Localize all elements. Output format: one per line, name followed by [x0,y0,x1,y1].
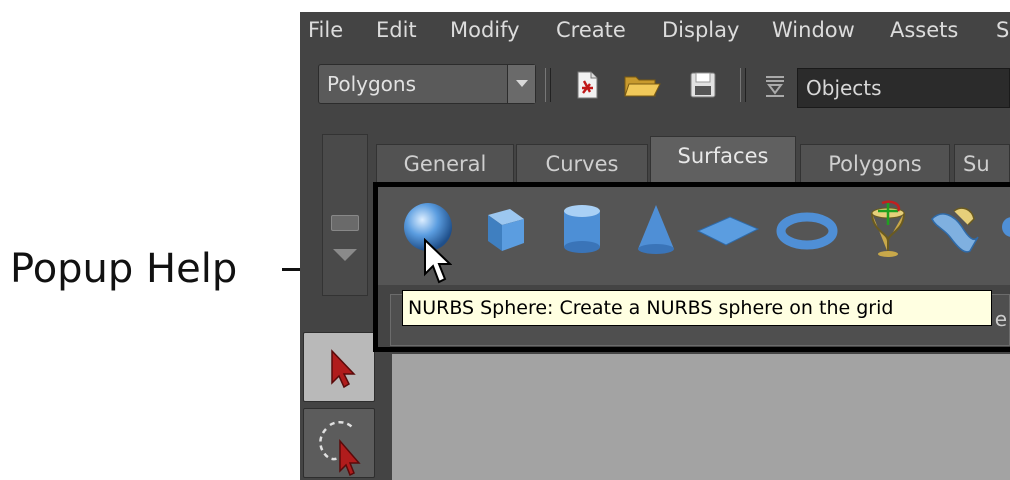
menu-edit[interactable]: Edit [376,18,417,42]
toolbox-panel [300,122,375,480]
status-line: Polygons Objects [300,56,1010,116]
tab-surfaces[interactable]: Surfaces [650,136,796,184]
tab-polygons[interactable]: Polygons [800,144,950,184]
menu-file[interactable]: File [308,18,343,42]
selection-mask-value: Objects [806,76,882,100]
toolbar-separator[interactable] [740,68,746,102]
shelf-menu-button[interactable] [331,215,359,231]
collapse-arrow-icon[interactable] [333,249,357,261]
chevron-down-icon[interactable] [507,65,535,103]
tab-curves[interactable]: Curves [516,144,648,184]
popup-help-tooltip: NURBS Sphere: Create a NURBS sphere on t… [402,290,992,326]
open-scene-icon[interactable] [622,70,662,100]
menu-assets[interactable]: Assets [890,18,958,42]
viewport[interactable] [392,354,1010,480]
lasso-tool-icon [319,421,361,477]
menu-create[interactable]: Create [556,18,626,42]
selection-mode-icon[interactable] [762,70,788,100]
menu-display[interactable]: Display [662,18,739,42]
shelf-tabs: General Curves Surfaces Polygons Su [376,136,1010,184]
menu-modify[interactable]: Modify [450,18,520,42]
selection-mask-field[interactable]: Objects [797,68,1010,108]
menu-set-select[interactable]: Polygons [318,64,536,104]
menu-more[interactable]: S [996,18,1009,42]
tab-subdivs[interactable]: Su [954,144,1010,184]
lasso-tool-button[interactable] [303,408,375,478]
annotation-label: Popup Help [10,246,238,292]
new-scene-icon[interactable] [572,70,602,100]
toolbar-separator[interactable] [545,68,551,102]
mouse-cursor-icon [422,237,453,286]
tab-general[interactable]: General [376,144,514,184]
menu-window[interactable]: Window [772,18,855,42]
shelf-highlight-frame [373,182,1010,352]
shelf-handle[interactable] [322,134,368,296]
save-scene-icon[interactable] [688,70,718,100]
menu-bar: File Edit Modify Create Display Window A… [300,12,1010,52]
select-tool-button[interactable] [303,332,375,402]
select-tool-icon [331,349,356,389]
menu-set-value: Polygons [327,72,417,96]
